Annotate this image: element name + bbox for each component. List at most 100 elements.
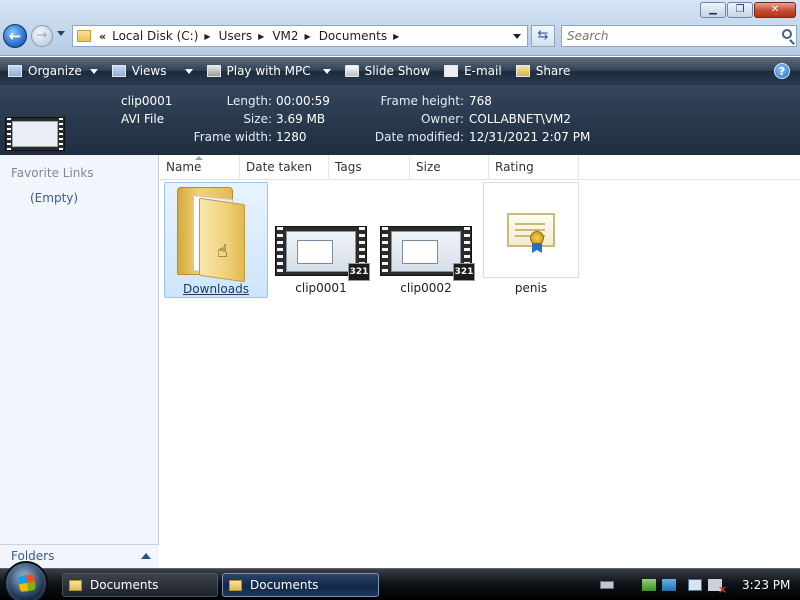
breadcrumb-documents[interactable]: Documents — [319, 29, 387, 43]
email-icon — [444, 65, 459, 77]
breadcrumb-arrow-icon[interactable]: ▶ — [258, 32, 264, 41]
date-modified-label: Date modified: — [374, 130, 464, 144]
slideshow-icon — [344, 65, 359, 77]
play-with-mpc-label: Play with MPC — [226, 64, 311, 78]
film-perforation — [382, 227, 388, 275]
network-icon[interactable] — [642, 579, 656, 591]
list-item-certificate[interactable]: penis — [479, 182, 583, 298]
command-bar: Organize Views Play with MPC Slide Show … — [0, 57, 800, 85]
search-box[interactable] — [561, 25, 797, 47]
organize-button[interactable]: Organize — [8, 64, 98, 78]
favorite-links-heading: Favorite Links — [11, 166, 94, 180]
keyboard-icon[interactable] — [600, 581, 614, 589]
search-icon[interactable] — [782, 29, 792, 39]
column-header-date-taken[interactable]: Date taken — [240, 155, 329, 180]
address-bar-area: ▁ ❐ ✕ ← → « Local Disk (C:) ▶ Users ▶ VM… — [0, 0, 800, 56]
breadcrumb-overflow[interactable]: « — [99, 30, 106, 43]
frame-height-value: 768 — [469, 94, 492, 108]
vm-tools-icon[interactable] — [662, 579, 676, 591]
address-dropdown-icon[interactable] — [513, 34, 521, 39]
address-field[interactable]: « Local Disk (C:) ▶ Users ▶ VM2 ▶ Docume… — [72, 25, 528, 47]
film-perforation — [7, 118, 11, 150]
system-tray: 3:23 PM — [600, 572, 800, 598]
arrow-left-icon: ← — [8, 27, 22, 45]
breadcrumb-users[interactable]: Users — [219, 29, 253, 43]
frame-width-label: Frame width: — [193, 130, 272, 144]
share-icon — [515, 65, 530, 77]
email-button[interactable]: E-mail — [444, 64, 502, 78]
back-button[interactable]: ← — [3, 24, 27, 48]
play-with-mpc-button[interactable]: Play with MPC — [206, 64, 331, 78]
frame-width-value: 1280 — [276, 130, 307, 144]
folder-icon — [175, 187, 245, 283]
chevron-up-icon[interactable] — [141, 553, 151, 559]
list-item-downloads[interactable]: ☝ Downloads — [164, 182, 268, 298]
windows-logo-icon — [17, 573, 37, 593]
owner-label: Owner: — [420, 112, 464, 126]
views-label: Views — [131, 64, 167, 78]
taskbar-button-documents-active[interactable]: Documents — [222, 573, 379, 597]
navigation-pane: Favorite Links (Empty) Folders — [0, 155, 159, 568]
display-icon[interactable] — [688, 579, 702, 591]
organize-label: Organize — [28, 64, 82, 78]
arrow-right-icon: → — [36, 28, 48, 43]
size-value: 3.69 MB — [276, 112, 326, 126]
frame-height-label: Frame height: — [380, 94, 465, 108]
video-thumbnail-icon — [5, 117, 65, 151]
views-button[interactable]: Views — [111, 64, 193, 78]
folders-label: Folders — [11, 549, 55, 563]
film-perforation — [277, 227, 283, 275]
slide-show-button[interactable]: Slide Show — [344, 64, 431, 78]
media-player-icon — [206, 65, 221, 77]
column-header-name[interactable]: Name — [160, 155, 240, 180]
folder-icon — [69, 579, 82, 591]
breadcrumb-arrow-icon[interactable]: ▶ — [204, 32, 210, 41]
volume-muted-icon[interactable] — [708, 579, 727, 596]
share-label: Share — [535, 64, 571, 78]
forward-button[interactable]: → — [31, 25, 53, 47]
views-icon — [111, 65, 126, 77]
organize-icon — [8, 65, 22, 77]
chevron-down-icon — [184, 68, 193, 74]
column-headers: Name Date taken Tags Size Rating — [160, 155, 800, 180]
mpc-badge-icon: 321 — [348, 263, 370, 281]
video-thumbnail-icon: 321 — [380, 226, 475, 281]
breadcrumb-arrow-icon[interactable]: ▶ — [393, 32, 399, 41]
file-list: Name Date taken Tags Size Rating ☝ Downl… — [160, 155, 800, 568]
refresh-button[interactable]: ⇆ — [531, 25, 555, 47]
start-button[interactable] — [4, 561, 48, 600]
folder-front — [199, 197, 245, 283]
refresh-icon: ⇆ — [537, 28, 549, 43]
taskbar-button-label: Documents — [250, 578, 319, 592]
chevron-down-icon — [322, 68, 331, 74]
breadcrumb-local-disk[interactable]: Local Disk (C:) — [112, 29, 198, 43]
help-button[interactable]: ? — [774, 63, 790, 79]
clock[interactable]: 3:23 PM — [742, 578, 790, 592]
taskbar-button-label: Documents — [90, 578, 159, 592]
column-header-rating[interactable]: Rating — [489, 155, 579, 180]
file-type: AVI File — [121, 112, 165, 126]
thumbnail-screen — [391, 231, 461, 272]
breadcrumb-vm2[interactable]: VM2 — [272, 29, 298, 43]
share-button[interactable]: Share — [515, 64, 571, 78]
date-modified-value: 12/31/2021 2:07 PM — [469, 130, 591, 144]
thumbnail-screen — [12, 121, 58, 147]
list-item-clip0001[interactable]: 321 clip0001 — [269, 182, 373, 298]
maximize-button[interactable]: ❐ — [727, 2, 753, 18]
slide-show-label: Slide Show — [364, 64, 431, 78]
recent-pages-dropdown[interactable] — [57, 31, 65, 36]
breadcrumb-arrow-icon[interactable]: ▶ — [305, 32, 311, 41]
column-header-label: Name — [166, 160, 202, 174]
taskbar-button-documents[interactable]: Documents — [62, 573, 218, 597]
sort-ascending-icon — [195, 156, 203, 160]
item-label: Downloads — [183, 282, 249, 296]
taskbar: Documents Documents 3:23 PM — [0, 561, 800, 600]
column-header-tags[interactable]: Tags — [329, 155, 410, 180]
length-label: Length: — [226, 94, 272, 108]
close-button[interactable]: ✕ — [754, 2, 796, 18]
column-header-size[interactable]: Size — [410, 155, 489, 180]
ribbon-icon — [532, 243, 542, 253]
list-item-clip0002[interactable]: 321 clip0002 — [374, 182, 478, 298]
minimize-button[interactable]: ▁ — [700, 2, 726, 18]
search-input[interactable] — [562, 26, 762, 46]
